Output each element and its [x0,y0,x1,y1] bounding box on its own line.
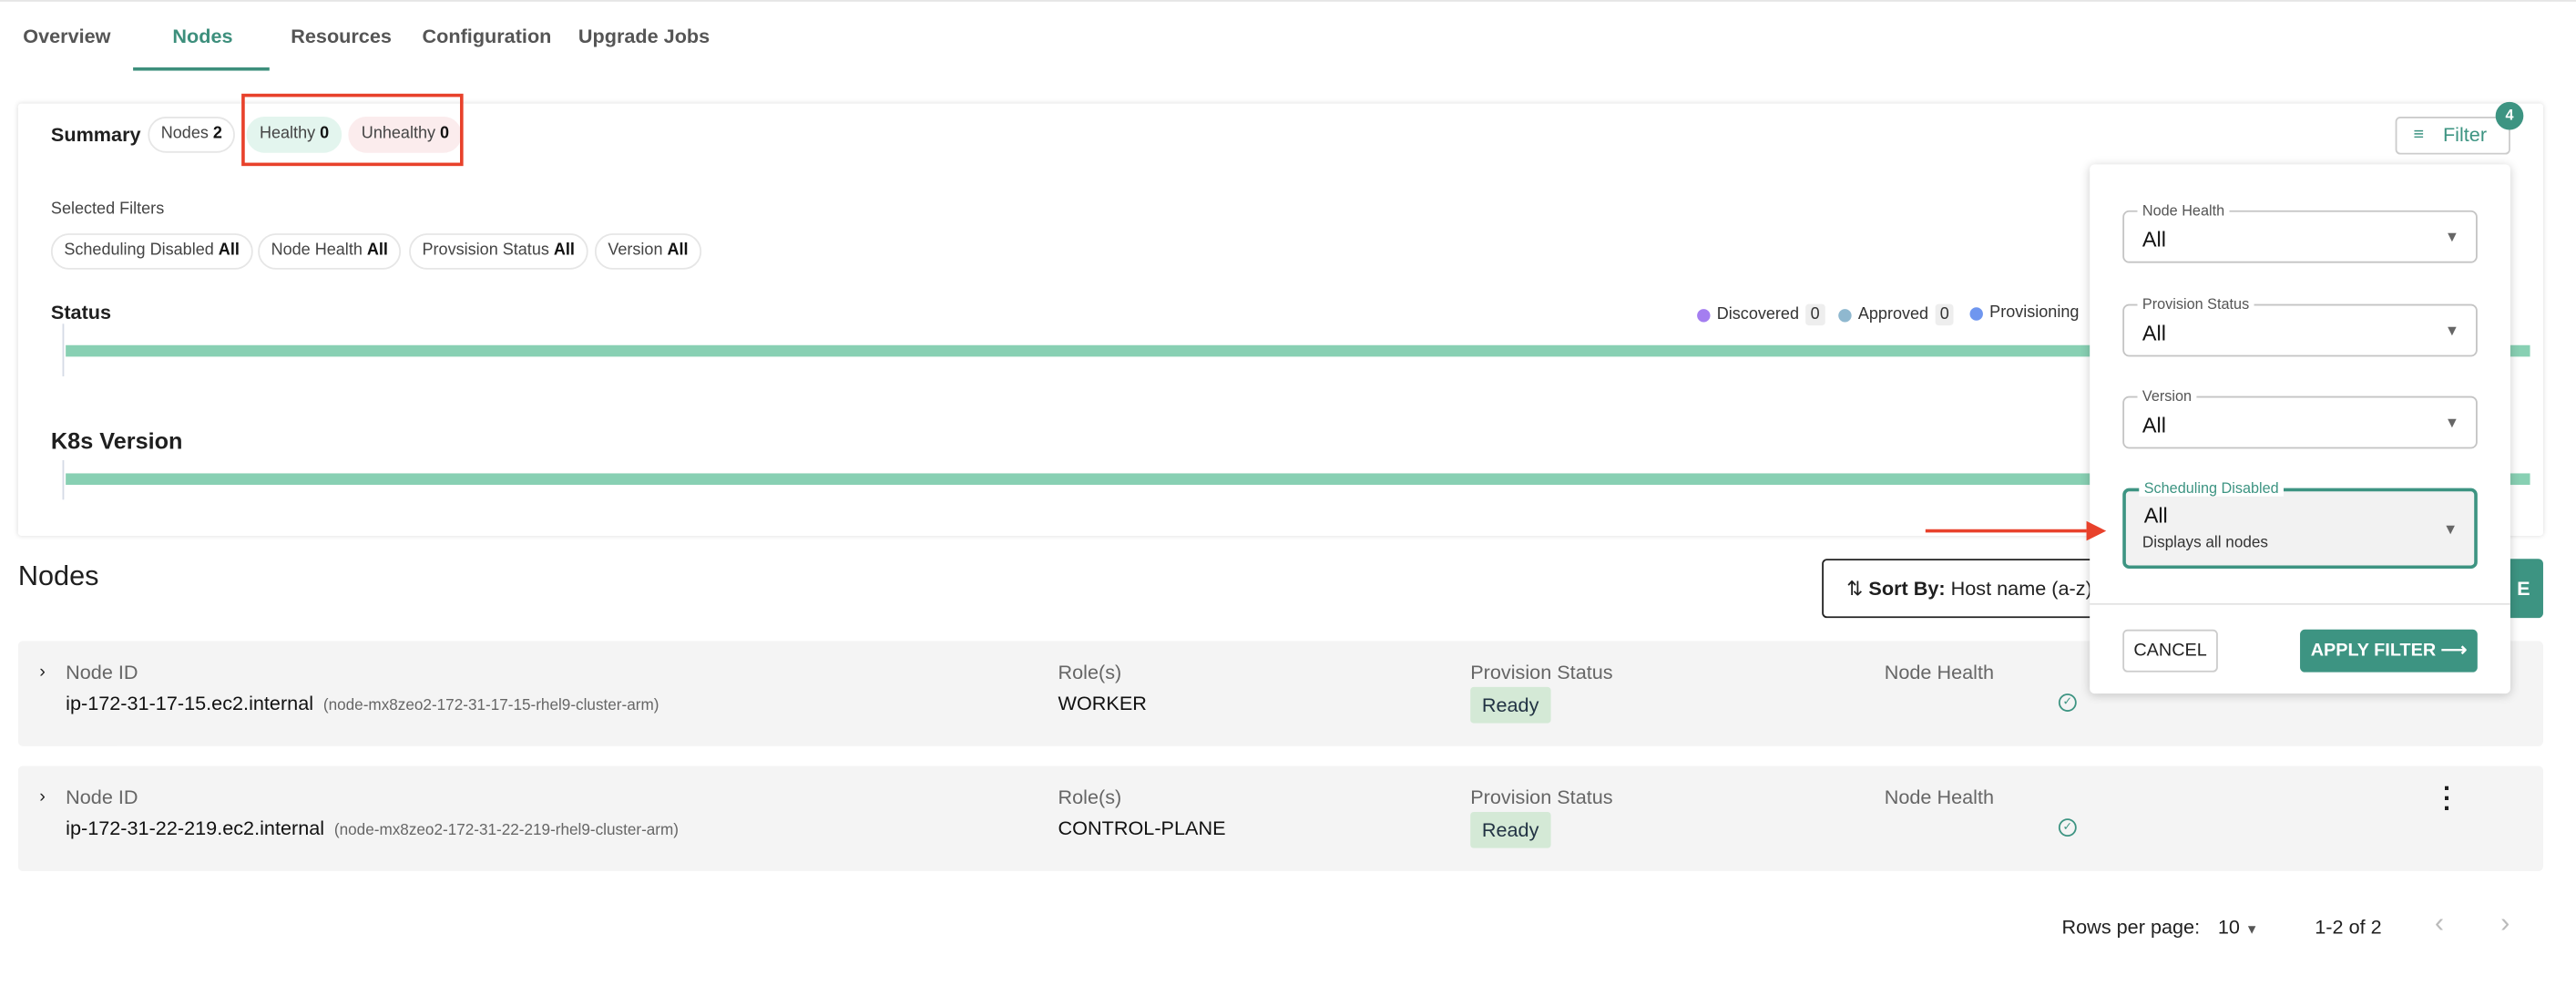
helper-text: Displays all nodes [2142,534,2269,553]
node-id-label: Node ID [66,661,138,684]
caret-down-icon: ▼ [2444,228,2459,245]
k8s-axis [62,460,65,500]
rows-per-page-select[interactable]: 10 ▼ [2218,916,2258,939]
status-badge: Ready [1470,811,1551,848]
filter-button[interactable]: ≡ Filter [2395,117,2510,155]
status-badge: Ready [1470,686,1551,724]
selected-filters-label: Selected Filters [50,200,165,219]
divider [2090,602,2510,605]
filter-chip-scheduling[interactable]: Scheduling Disabled All [50,233,253,270]
kebab-menu-icon[interactable]: · · · [2443,776,2452,823]
legend-discovered: Discovered 0 [1697,303,1825,326]
legend-approved: Approved 0 [1838,303,1955,326]
node-health-label: Node Health [1884,661,1995,684]
version-select[interactable]: Version All ▼ [2122,387,2478,449]
caret-down-icon: ▼ [2444,414,2459,431]
check-circle-icon: ✓ [2058,818,2077,837]
node-host: ip-172-31-22-219.ec2.internal (node-mx8ze… [66,817,679,840]
filter-chip-version[interactable]: Version All [594,233,701,270]
next-page-icon[interactable]: › [2500,908,2510,940]
caret-down-icon: ▼ [2244,921,2259,938]
node-id-label: Node ID [66,786,138,809]
node-health-select[interactable]: Node Health All ▼ [2122,201,2478,263]
roles-label: Role(s) [1058,661,1122,684]
provision-status-label: Provision Status [1470,661,1613,684]
provision-status-label: Provision Status [1470,786,1613,809]
active-tab-indicator [133,67,270,71]
filter-icon: ≡ [2413,125,2425,145]
node-role: WORKER [1058,692,1147,715]
tab-nodes[interactable]: Nodes [172,25,232,47]
annotation-highlight-box [241,93,464,167]
legend-provisioning: Provisioning [1969,304,2079,323]
check-circle-icon: ✓ [2058,693,2077,712]
roles-label: Role(s) [1058,786,1122,809]
apply-filter-button[interactable]: APPLY FILTER ⟶ [2300,629,2478,673]
provision-status-select[interactable]: Provision Status All ▼ [2122,295,2478,357]
caret-down-icon: ▼ [2444,322,2459,339]
filter-count-badge: 4 [2495,101,2524,130]
prev-page-icon[interactable]: ‹ [2435,908,2444,940]
discovered-dot-icon [1697,308,1711,322]
node-health-label: Node Health [1884,786,1995,809]
sort-by-button[interactable]: ⇅ Sort By: Host name (a-z) [1822,559,2118,619]
status-axis [62,324,65,377]
tab-resources[interactable]: Resources [291,25,392,47]
k8s-version-title: K8s Version [50,426,183,454]
node-host: ip-172-31-17-15.ec2.internal (node-mx8zeo… [66,692,659,715]
filter-panel: Node Health All ▼ Provision Status All ▼ Ver… [2090,164,2510,694]
approved-dot-icon [1838,308,1852,322]
filter-chip-provision[interactable]: Provsision Status All [409,233,588,270]
provisioning-dot-icon [1969,306,1983,320]
tab-configuration[interactable]: Configuration [423,25,552,47]
summary-title: Summary [50,123,141,147]
scheduling-disabled-select[interactable]: Scheduling Disabled All Displays all nodes… [2122,479,2478,570]
cancel-button[interactable]: CANCEL [2122,629,2218,673]
nodes-count-chip: Nodes 2 [148,117,236,153]
status-title: Status [50,301,112,324]
annotation-arrowhead-icon [2086,520,2107,541]
caret-down-icon: ▼ [2443,520,2458,538]
tab-overview[interactable]: Overview [23,25,110,47]
chevron-right-icon[interactable]: › [39,787,46,807]
nodes-title: Nodes [17,560,99,592]
chevron-right-icon[interactable]: › [39,662,46,683]
annotation-arrow [1925,529,2087,533]
rows-per-page-label: Rows per page: [2061,915,2201,939]
node-role: CONTROL-PLANE [1058,817,1226,840]
table-row[interactable]: › Node ID ip-172-31-22-219.ec2.internal(… [17,765,2543,871]
arrow-right-icon: ⟶ [2440,641,2468,662]
filter-chip-health[interactable]: Node Health All [258,233,402,270]
tab-upgrade-jobs[interactable]: Upgrade Jobs [578,25,710,47]
pagination-range: 1-2 of 2 [2315,915,2382,939]
sort-icon: ⇅ [1846,577,1864,601]
